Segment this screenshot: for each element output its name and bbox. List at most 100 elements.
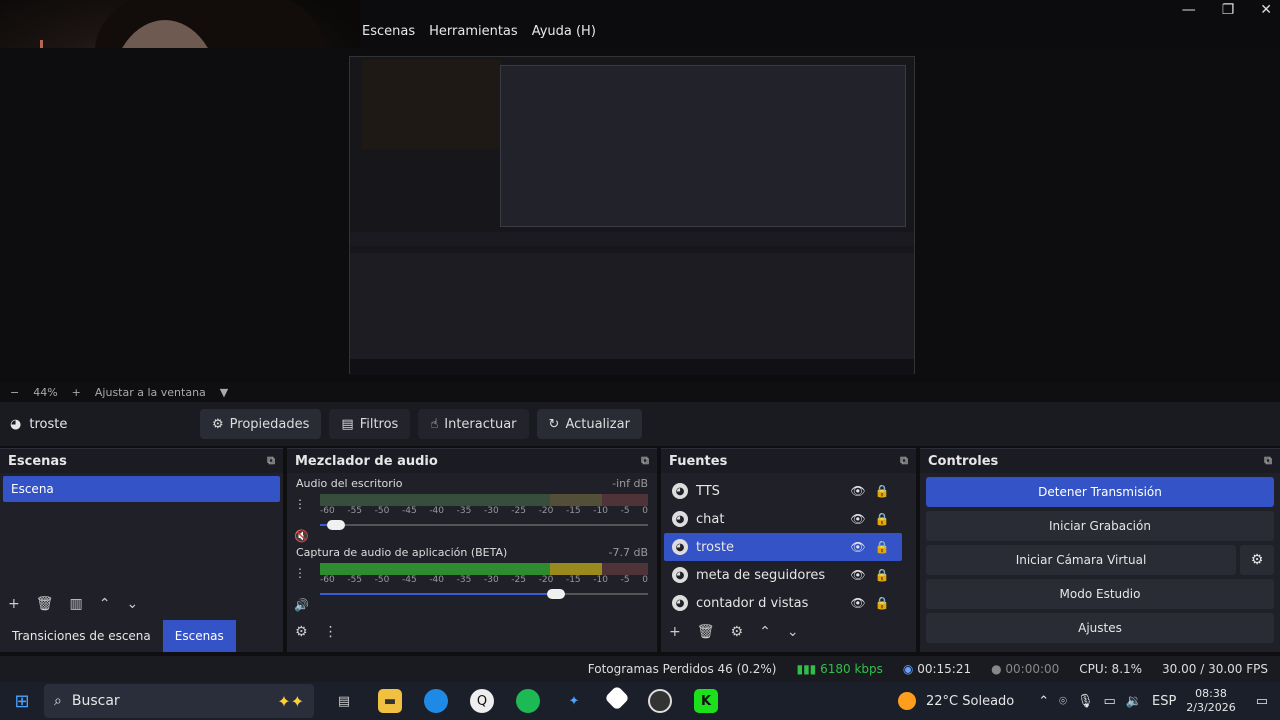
clock-date: 2/3/2026: [1186, 701, 1236, 714]
source-item[interactable]: ◕ TTS 👁 🔒: [664, 477, 902, 505]
menu-escenas[interactable]: Escenas: [362, 24, 415, 39]
task-view-icon[interactable]: ▤: [332, 689, 356, 713]
volume-slider[interactable]: [320, 589, 648, 599]
chevron-up-icon[interactable]: ⌃: [99, 596, 111, 612]
eye-icon[interactable]: 👁: [846, 512, 870, 526]
trash-icon[interactable]: 🗑: [697, 624, 715, 640]
spotify-icon[interactable]: [516, 689, 540, 713]
eye-icon[interactable]: 👁: [846, 596, 870, 610]
tab-scenes[interactable]: Escenas: [162, 620, 236, 652]
properties-button[interactable]: ⚙ Propiedades: [200, 409, 322, 439]
meter-ticks: -60 -55 -50 -45 -40 -35 -30 -25 -20 -15 -10 -5 0: [320, 506, 648, 516]
edge-icon[interactable]: [424, 689, 448, 713]
lock-icon[interactable]: 🔒: [870, 540, 894, 554]
eye-icon[interactable]: 👁: [846, 484, 870, 498]
undock-icon[interactable]: ⧉: [641, 454, 649, 468]
tick-label: -35: [456, 506, 472, 516]
interact-button[interactable]: ☝ Interactuar: [418, 409, 529, 439]
fps: 30.00 / 30.00 FPS: [1162, 662, 1268, 676]
app-icon[interactable]: [604, 685, 630, 711]
source-item[interactable]: ◕ contador d vistas 👁 🔒: [664, 589, 902, 617]
chevron-down-icon[interactable]: ⌄: [787, 624, 799, 640]
start-recording-button[interactable]: Iniciar Grabación: [926, 511, 1274, 541]
virtual-cam-row: Iniciar Cámara Virtual ⚙: [926, 545, 1274, 575]
lock-icon[interactable]: 🔒: [870, 596, 894, 610]
program-preview[interactable]: [349, 56, 915, 375]
kebab-icon[interactable]: ⋮: [294, 566, 306, 580]
undock-icon[interactable]: ⧉: [267, 454, 275, 468]
obs-icon[interactable]: [648, 689, 672, 713]
close-button[interactable]: ✕: [1260, 2, 1272, 18]
menu-herramientas[interactable]: Herramientas: [429, 24, 518, 39]
meter-segment: [320, 563, 550, 575]
windows-start-icon[interactable]: ⊞: [0, 691, 44, 712]
source-item[interactable]: ◕ troste 👁 🔒: [664, 533, 902, 561]
weather-text[interactable]: 22°C Soleado: [926, 694, 1014, 709]
stop-stream-button[interactable]: Detener Transmisión: [926, 477, 1274, 507]
slider-knob[interactable]: [327, 520, 346, 530]
taskbar-search[interactable]: ⌕ Buscar ✦✦: [44, 684, 314, 718]
sources-list: ◕ TTS 👁 🔒 ◕ chat 👁 🔒 ◕ troste 👁 🔒 ◕ meta de seguidore…: [661, 477, 916, 617]
add-icon[interactable]: +: [669, 624, 681, 640]
tick-label: -15: [565, 506, 581, 516]
maximize-button[interactable]: ❐: [1222, 2, 1235, 18]
kick-icon[interactable]: K: [694, 689, 718, 713]
trash-icon[interactable]: 🗑: [36, 596, 54, 612]
zoom-in-button[interactable]: +: [72, 386, 81, 399]
fit-window-label[interactable]: Ajustar a la ventana: [95, 386, 206, 399]
gemini-icon[interactable]: ✦: [562, 689, 586, 713]
chevron-down-icon[interactable]: ▼: [220, 386, 228, 399]
studio-mode-button[interactable]: Modo Estudio: [926, 579, 1274, 609]
filter-icon[interactable]: ▥: [70, 596, 83, 612]
scene-tabs: Transiciones de escena Escenas: [0, 620, 236, 652]
clock[interactable]: 08:38 2/3/2026: [1186, 687, 1235, 715]
volume-slider[interactable]: [320, 520, 648, 530]
microphone-icon[interactable]: 🎙: [1077, 694, 1094, 709]
source-item[interactable]: ◕ meta de seguidores 👁 🔒: [664, 561, 902, 589]
lock-icon[interactable]: 🔒: [870, 568, 894, 582]
streaming-app-icon[interactable]: Q: [470, 689, 494, 713]
source-item[interactable]: ◕ chat 👁 🔒: [664, 505, 902, 533]
slider-knob[interactable]: [547, 589, 566, 599]
eye-icon[interactable]: 👁: [846, 568, 870, 582]
language-indicator[interactable]: ESP: [1152, 694, 1176, 709]
kebab-icon[interactable]: ⋮: [294, 497, 306, 511]
record-time-value: 00:00:00: [1005, 662, 1060, 676]
file-explorer-icon[interactable]: ▬: [378, 689, 402, 713]
chevron-down-icon[interactable]: ⌄: [126, 596, 138, 612]
tab-transitions[interactable]: Transiciones de escena: [0, 620, 163, 652]
lock-icon[interactable]: 🔒: [870, 484, 894, 498]
browser-source-icon: ◕: [672, 539, 688, 555]
camera-icon[interactable]: ⌾: [1059, 694, 1067, 709]
refresh-button[interactable]: ↻ Actualizar: [536, 409, 642, 439]
gear-icon[interactable]: ⚙: [731, 624, 744, 640]
undock-icon[interactable]: ⧉: [900, 454, 908, 468]
speaker-muted-icon[interactable]: 🔇: [294, 529, 309, 543]
undock-icon[interactable]: ⧉: [1264, 454, 1272, 468]
menu-ayuda[interactable]: Ayuda (H): [532, 24, 596, 39]
bitrate-value: 6180 kbps: [820, 662, 883, 676]
search-placeholder: Buscar: [71, 693, 120, 709]
network-icon[interactable]: ▭: [1104, 694, 1116, 709]
speaker-icon[interactable]: 🔊: [294, 598, 309, 612]
slider-track[interactable]: [320, 524, 648, 526]
lock-icon[interactable]: 🔒: [870, 512, 894, 526]
settings-button[interactable]: Ajustes: [926, 613, 1274, 643]
filters-button[interactable]: ▤ Filtros: [329, 409, 411, 439]
scene-item[interactable]: Escena: [3, 476, 280, 502]
eye-icon[interactable]: 👁: [846, 540, 870, 554]
browser-source-icon: ◕: [672, 595, 688, 611]
zoom-out-button[interactable]: −: [10, 386, 19, 399]
notification-icon[interactable]: ▭: [1256, 694, 1268, 709]
gear-icon[interactable]: ⚙: [295, 624, 308, 640]
volume-icon[interactable]: 🔉: [1126, 694, 1142, 709]
gear-icon[interactable]: ⚙: [1240, 545, 1274, 575]
chevron-up-icon[interactable]: ⌃: [759, 624, 771, 640]
start-virtual-cam-button[interactable]: Iniciar Cámara Virtual: [926, 545, 1236, 575]
add-icon[interactable]: +: [8, 596, 20, 612]
chevron-up-icon[interactable]: ⌃: [1038, 694, 1049, 709]
minimize-button[interactable]: —: [1182, 2, 1196, 18]
status-bar: Fotogramas Perdidos 46 (0.2%) ▮▮▮ 6180 k…: [0, 656, 1280, 682]
tick-label: -10: [593, 506, 608, 516]
kebab-icon[interactable]: ⋮: [324, 624, 338, 640]
